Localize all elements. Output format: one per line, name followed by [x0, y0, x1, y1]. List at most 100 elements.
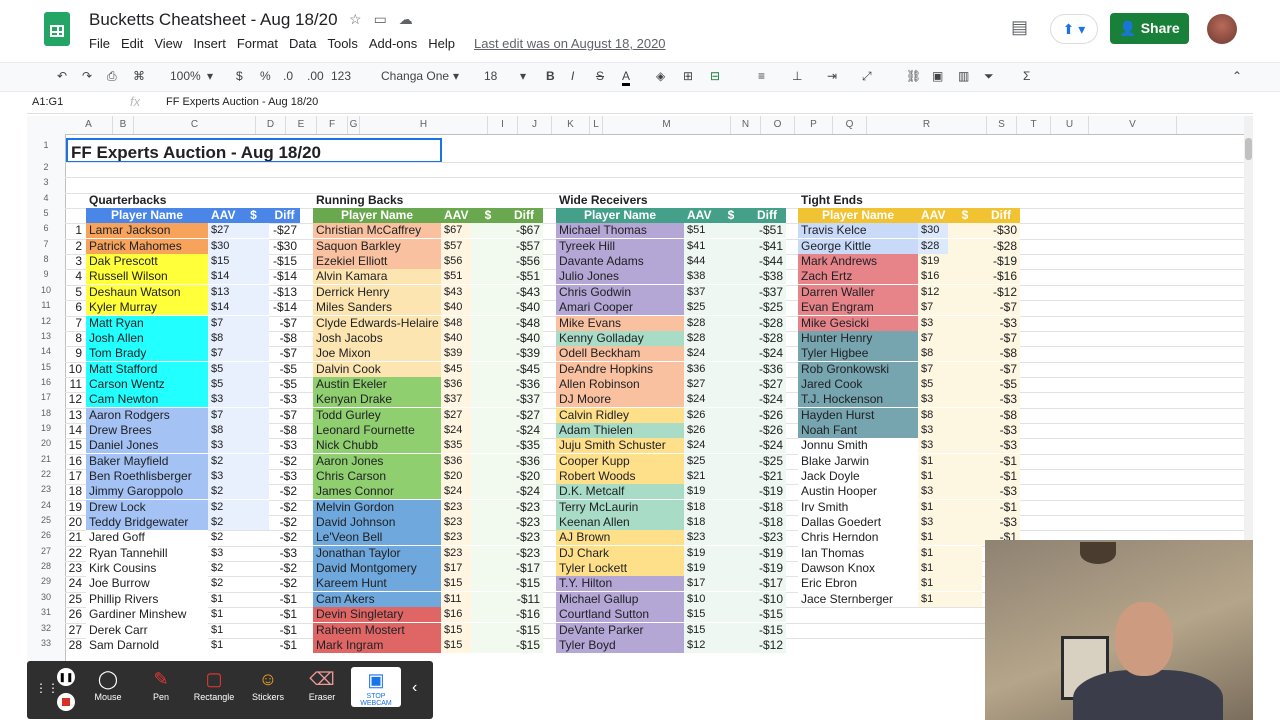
- column-header-C[interactable]: C: [134, 116, 256, 134]
- diff-cell[interactable]: -$7: [982, 361, 1020, 377]
- dollar-cell[interactable]: [714, 499, 748, 515]
- diff-cell[interactable]: -$2: [269, 561, 300, 576]
- comments-icon[interactable]: ▤: [1011, 17, 1028, 38]
- aav-cell[interactable]: $3: [208, 438, 238, 454]
- player-name-cell[interactable]: Travis Kelce: [798, 223, 918, 239]
- diff-cell[interactable]: -$28: [982, 238, 1020, 254]
- diff-cell[interactable]: -$57: [505, 238, 543, 254]
- dollar-cell[interactable]: [471, 499, 505, 515]
- player-name-cell[interactable]: Baker Mayfield: [86, 453, 208, 469]
- dollar-cell[interactable]: [471, 223, 505, 239]
- dollar-cell[interactable]: [948, 561, 982, 577]
- player-name-cell[interactable]: Chris Herndon: [798, 530, 918, 546]
- aav-cell[interactable]: $67: [441, 223, 471, 239]
- column-header-E[interactable]: E: [286, 116, 317, 134]
- aav-cell[interactable]: $38: [684, 269, 714, 285]
- dollar-cell[interactable]: [714, 438, 748, 454]
- row-header-23[interactable]: 23: [27, 484, 65, 499]
- dollar-cell[interactable]: [948, 469, 982, 484]
- aav-cell[interactable]: $17: [684, 576, 714, 592]
- player-name-cell[interactable]: Kyler Murray: [86, 300, 208, 316]
- screencast-rectangle[interactable]: ▢ Rectangle: [189, 666, 239, 702]
- diff-cell[interactable]: -$1: [982, 453, 1020, 469]
- aav-cell[interactable]: $1: [918, 561, 948, 577]
- screencast-eraser[interactable]: ⌫ Eraser: [297, 666, 347, 702]
- section-title[interactable]: Tight Ends: [798, 193, 998, 208]
- aav-cell[interactable]: $15: [441, 576, 471, 592]
- merge-cells-icon[interactable]: ⊟: [710, 69, 720, 83]
- dollar-cell[interactable]: [238, 530, 269, 545]
- row-header-31[interactable]: 31: [27, 607, 65, 622]
- aav-cell[interactable]: $25: [684, 453, 714, 469]
- player-name-cell[interactable]: Phillip Rivers: [86, 591, 208, 607]
- diff-cell[interactable]: -$17: [505, 561, 543, 577]
- diff-cell[interactable]: -$3: [269, 438, 300, 453]
- dollar-cell[interactable]: [238, 361, 269, 377]
- aav-cell[interactable]: $24: [441, 484, 471, 500]
- stop-icon[interactable]: [57, 693, 75, 711]
- dollar-cell[interactable]: [948, 330, 982, 346]
- row-header-16[interactable]: 16: [27, 377, 65, 392]
- diff-cell[interactable]: -$14: [269, 300, 300, 315]
- player-name-cell[interactable]: Tyler Higbee: [798, 346, 918, 362]
- dollar-cell[interactable]: [948, 269, 982, 285]
- header-dollar[interactable]: $: [471, 208, 505, 224]
- player-name-cell[interactable]: Austin Hooper: [798, 484, 918, 500]
- dollar-cell[interactable]: [948, 346, 982, 362]
- dollar-cell[interactable]: [948, 499, 982, 515]
- player-name-cell[interactable]: Saquon Barkley: [313, 238, 441, 254]
- aav-cell[interactable]: $3: [918, 315, 948, 331]
- dollar-cell[interactable]: [471, 637, 505, 653]
- diff-cell[interactable]: -$48: [505, 315, 543, 331]
- dollar-cell[interactable]: [714, 545, 748, 561]
- aav-cell[interactable]: $3: [208, 546, 238, 561]
- player-name-cell[interactable]: Leonard Fournette: [313, 422, 441, 438]
- dollar-cell[interactable]: [714, 622, 748, 638]
- dollar-cell[interactable]: [471, 376, 505, 392]
- dollar-cell[interactable]: [238, 407, 269, 423]
- aav-cell[interactable]: $18: [684, 515, 714, 531]
- aav-cell[interactable]: $5: [208, 376, 238, 392]
- player-name-cell[interactable]: D.K. Metcalf: [556, 484, 684, 500]
- player-name-cell[interactable]: Nick Chubb: [313, 438, 441, 454]
- aav-cell[interactable]: $2: [208, 515, 238, 531]
- player-name-cell[interactable]: Chris Godwin: [556, 284, 684, 300]
- player-name-cell[interactable]: Adam Thielen: [556, 422, 684, 438]
- dollar-cell[interactable]: [238, 607, 269, 622]
- dollar-cell[interactable]: [714, 591, 748, 607]
- diff-cell[interactable]: -$51: [505, 269, 543, 285]
- row-header-18[interactable]: 18: [27, 408, 65, 423]
- align-horizontal-icon[interactable]: ≡: [758, 69, 765, 83]
- dollar-cell[interactable]: [948, 484, 982, 500]
- aav-cell[interactable]: $23: [441, 545, 471, 561]
- column-header-H[interactable]: H: [360, 116, 488, 134]
- player-name-cell[interactable]: David Montgomery: [313, 561, 441, 577]
- print-icon[interactable]: ⎙: [107, 69, 117, 84]
- diff-cell[interactable]: -$27: [505, 407, 543, 423]
- diff-cell[interactable]: -$19: [748, 561, 786, 577]
- dollar-cell[interactable]: [471, 346, 505, 362]
- more-formats-button[interactable]: 123: [331, 69, 351, 83]
- diff-cell[interactable]: -$25: [748, 300, 786, 316]
- redo-icon[interactable]: ↷: [82, 69, 92, 83]
- row-header-1[interactable]: 1: [27, 140, 65, 155]
- dollar-cell[interactable]: [238, 269, 269, 285]
- column-header-Q[interactable]: Q: [833, 116, 867, 134]
- header-dollar[interactable]: $: [948, 208, 982, 224]
- diff-cell[interactable]: -$8: [982, 407, 1020, 423]
- diff-cell[interactable]: -$45: [505, 361, 543, 377]
- aav-cell[interactable]: $27: [208, 223, 238, 239]
- dollar-cell[interactable]: [714, 254, 748, 270]
- diff-cell[interactable]: -$36: [505, 376, 543, 392]
- aav-cell[interactable]: $24: [684, 346, 714, 362]
- aav-cell[interactable]: $12: [918, 284, 948, 300]
- dollar-cell[interactable]: [948, 300, 982, 316]
- menu-data[interactable]: Data: [289, 36, 316, 51]
- column-header-B[interactable]: B: [113, 116, 134, 134]
- player-name-cell[interactable]: Derek Carr: [86, 622, 208, 638]
- dollar-cell[interactable]: [238, 300, 269, 316]
- aav-cell[interactable]: $3: [918, 515, 948, 531]
- player-name-cell[interactable]: DJ Moore: [556, 392, 684, 408]
- row-header-28[interactable]: 28: [27, 561, 65, 576]
- aav-cell[interactable]: $56: [441, 254, 471, 270]
